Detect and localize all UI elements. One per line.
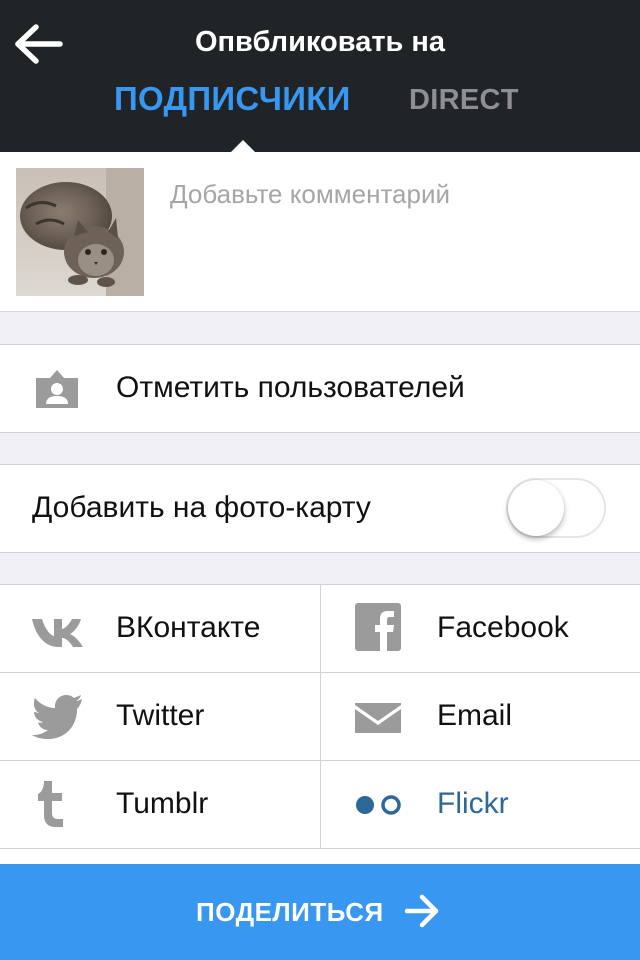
facebook-icon <box>355 603 401 651</box>
share-twitter[interactable]: Twitter <box>0 673 320 761</box>
share-email[interactable]: Email <box>320 673 640 761</box>
share-label-vk: ВКонтакте <box>116 611 261 644</box>
email-icon <box>355 703 401 733</box>
tag-people-row[interactable]: Отметить пользователей <box>0 344 640 433</box>
share-vk[interactable]: ВКонтакте <box>0 585 320 673</box>
flickr-icon <box>356 795 401 815</box>
photo-map-label: Добавить на фото-карту <box>32 491 371 524</box>
arrow-right-icon <box>404 894 439 928</box>
share-label-flickr: Flickr <box>437 787 509 820</box>
share-label-tumblr: Tumblr <box>116 787 209 820</box>
tab-followers[interactable]: ПОДПИСЧИКИ <box>114 80 351 118</box>
share-tumblr[interactable]: Tumblr <box>0 761 320 849</box>
twitter-icon <box>32 695 82 739</box>
tab-direct[interactable]: DIRECT <box>409 84 519 117</box>
photo-map-row: Добавить на фото-карту <box>0 464 640 553</box>
tag-people-label: Отметить пользователей <box>116 371 465 404</box>
vk-icon <box>32 619 83 647</box>
header-bar: Опвбликовать на ПОДПИСЧИКИ DIRECT <box>0 0 640 152</box>
share-label-email: Email <box>437 699 513 732</box>
cat-photo-thumbnail <box>16 168 144 296</box>
tumblr-icon <box>38 781 63 827</box>
share-targets-grid: ВКонтакте Facebook Twitter Email Tumblr <box>0 584 640 874</box>
toggle-knob <box>508 480 564 536</box>
share-facebook[interactable]: Facebook <box>320 585 640 673</box>
composer-section <box>0 152 640 312</box>
active-tab-indicator <box>231 140 255 152</box>
page-title: Опвбликовать на <box>194 26 446 58</box>
share-button[interactable]: ПОДЕЛИТЬСЯ <box>0 864 640 960</box>
share-button-label: ПОДЕЛИТЬСЯ <box>196 897 384 927</box>
share-flickr[interactable]: Flickr <box>320 761 640 849</box>
share-label-twitter: Twitter <box>116 699 205 732</box>
person-tag-icon <box>36 370 78 408</box>
share-label-facebook: Facebook <box>437 611 569 644</box>
comment-input[interactable] <box>170 174 620 214</box>
photo-map-toggle[interactable] <box>506 478 606 538</box>
